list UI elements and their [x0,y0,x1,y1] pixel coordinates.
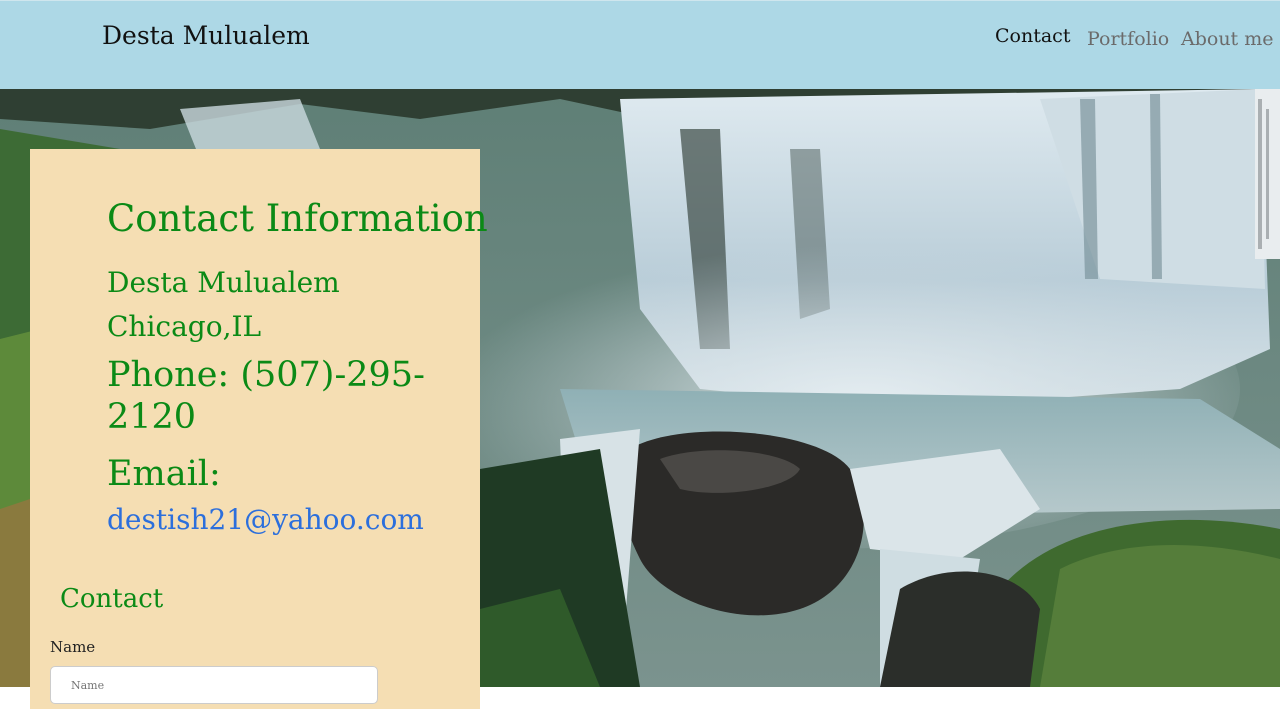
navbar: Desta Mulualem Contact Portfolio About m… [0,0,1280,89]
contact-location: Chicago,IL [107,310,262,343]
nav-link-about-me[interactable]: About me [1181,28,1274,50]
nav-link-contact[interactable]: Contact [995,25,1070,47]
name-input[interactable] [50,666,378,704]
contact-information-heading: Contact Information [107,197,488,240]
contact-email-link[interactable]: destish21@yahoo.com [107,503,424,536]
contact-email-label: Email: [107,454,221,494]
brand-link[interactable]: Desta Mulualem [102,21,310,50]
contact-form-heading: Contact [60,584,164,614]
contact-panel: Contact Information Desta Mulualem Chica… [30,149,488,709]
nav-link-portfolio[interactable]: Portfolio [1087,28,1169,50]
contact-name: Desta Mulualem [107,266,340,299]
contact-phone: Phone: (507)-295-2120 [107,355,425,437]
name-field-label: Name [50,638,96,656]
